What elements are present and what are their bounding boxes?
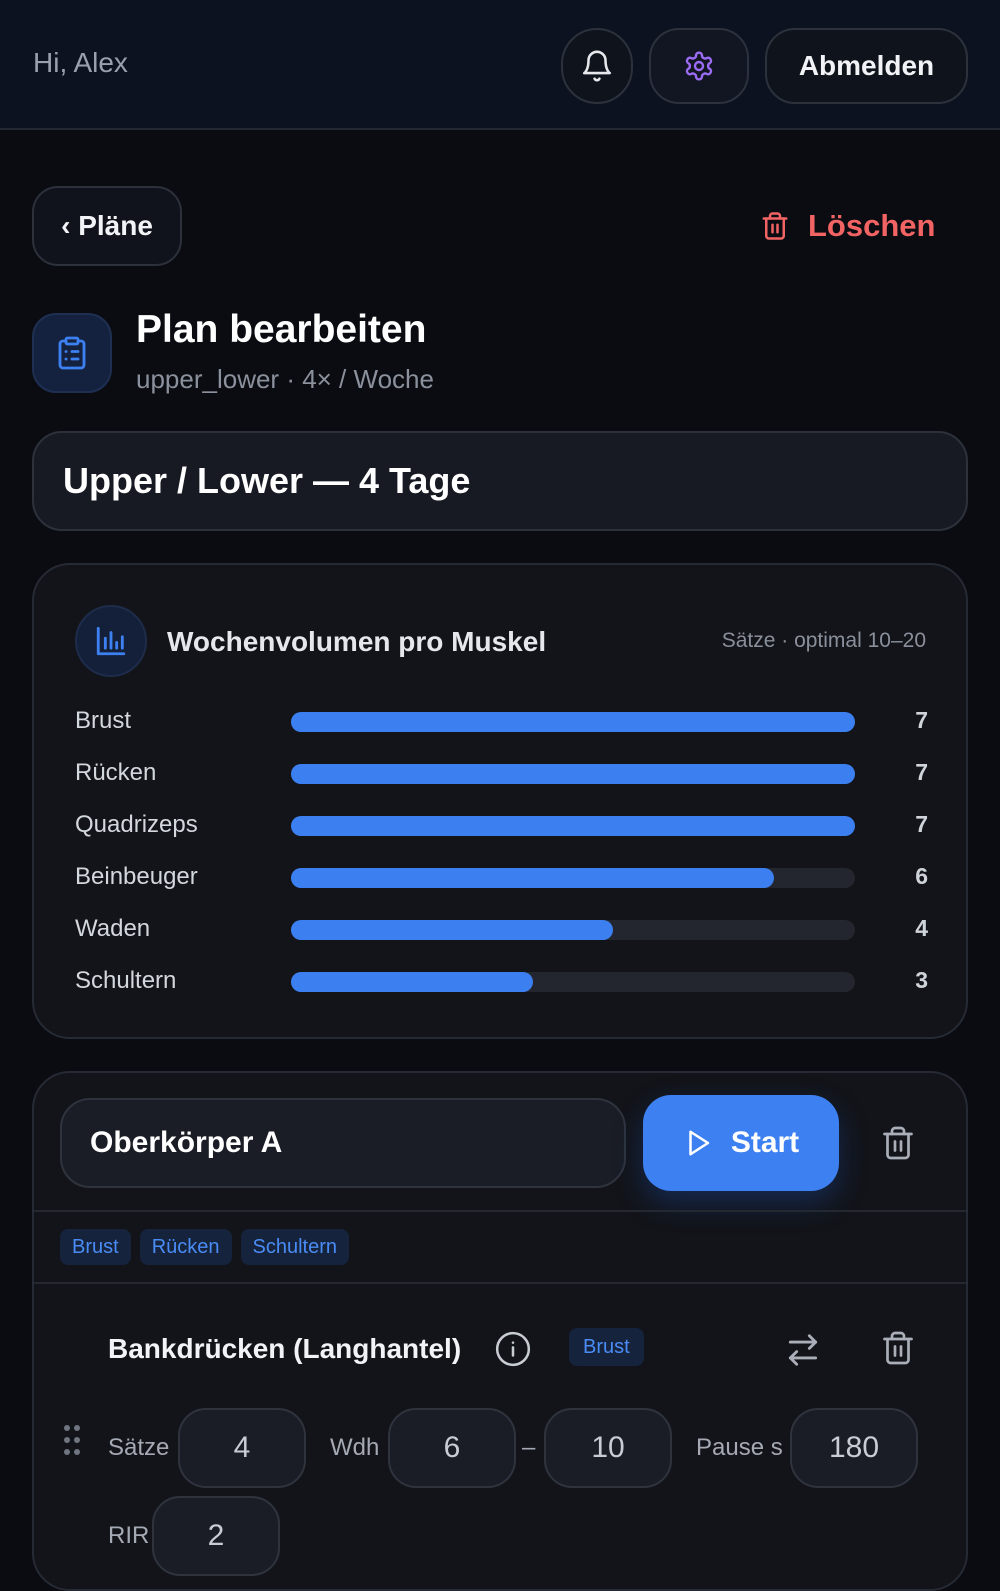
muscle-tags: Brust Rücken Schultern [60,1229,349,1265]
trash-icon [883,1331,913,1365]
reps-min-input[interactable]: 6 [388,1408,516,1488]
trash-icon [762,212,788,240]
volume-row: Brust 7 [75,702,928,742]
muscle-tag: Brust [60,1229,131,1265]
page-title: Plan bearbeiten [136,308,427,351]
set-count: 7 [915,811,928,837]
set-count: 7 [915,707,928,733]
sets-input[interactable]: 4 [178,1408,306,1488]
divider [34,1282,966,1284]
weekly-volume-card: Wochenvolumen pro Muskel Sätze · optimal… [32,563,968,1039]
page-subtitle: upper_lower · 4× / Woche [136,364,434,394]
delete-day-button[interactable] [876,1121,920,1165]
sets-label: Sätze [108,1434,170,1461]
divider [34,1210,966,1212]
clipboard-icon [32,313,112,393]
start-label: Start [730,1126,800,1159]
muscle-label: Beinbeuger [75,863,198,890]
muscle-label: Quadrizeps [75,811,198,838]
muscle-label: Brust [75,707,132,734]
rir-label: RIR [108,1522,150,1549]
top-bar: Hi, Alex Abmelden [0,0,1000,130]
swap-icon [788,1334,818,1366]
muscle-tag: Schultern [240,1229,349,1265]
volume-bar-track [291,712,855,732]
reps-separator: – [522,1434,536,1461]
muscle-label: Rücken [75,759,157,786]
muscle-label: Schultern [75,967,177,994]
logout-button[interactable]: Abmelden [765,28,968,104]
volume-bar-track [291,920,855,940]
bar-chart-icon [75,605,147,677]
volume-bar-fill [291,764,855,784]
plan-name-input[interactable]: Upper / Lower — 4 Tage [32,431,968,531]
play-icon [689,1130,710,1156]
set-count: 7 [915,759,928,785]
exercise-muscle-tag: Brust [569,1328,644,1366]
volume-bar-track [291,816,855,836]
gear-icon [685,51,713,81]
volume-row: Waden 4 [75,910,928,950]
settings-button[interactable] [649,28,749,104]
drag-handle[interactable] [62,1423,82,1462]
volume-hint: Sätze · optimal 10–20 [721,629,926,652]
rest-input[interactable]: 180 [790,1408,918,1488]
rest-label: Pause s [696,1434,783,1461]
start-workout-button[interactable]: Start [643,1095,839,1191]
volume-bar-track [291,868,855,888]
volume-bar-track [291,972,855,992]
delete-label: Löschen [808,208,936,243]
swap-exercise-button[interactable] [784,1331,822,1374]
exercise-info-button[interactable] [494,1330,532,1373]
volume-bar-fill [291,920,614,940]
back-to-plans-button[interactable]: ‹ Pläne [32,186,182,266]
info-icon [495,1331,531,1367]
volume-row: Beinbeuger 6 [75,858,928,898]
set-count: 3 [915,967,928,993]
rir-input[interactable]: 2 [152,1496,280,1576]
set-count: 6 [915,863,928,889]
volume-bar-track [291,764,855,784]
volume-row: Quadrizeps 7 [75,806,928,846]
notifications-button[interactable] [561,28,633,104]
set-count: 4 [915,915,928,941]
volume-title: Wochenvolumen pro Muskel [167,626,547,657]
exercise-name: Bankdrücken (Langhantel) [108,1333,462,1364]
greeting: Hi, Alex [33,47,128,78]
volume-bar-fill [291,816,855,836]
training-day-card: Oberkörper A Start Brust Rücken Schulter… [32,1071,968,1591]
trash-icon [883,1126,913,1160]
bell-icon [582,50,612,82]
volume-row: Schultern 3 [75,962,928,1002]
delete-exercise-button[interactable] [880,1328,916,1373]
volume-bar-fill [291,972,533,992]
reps-label: Wdh [330,1434,380,1461]
delete-plan-button[interactable]: Löschen [760,206,935,246]
reps-max-input[interactable]: 10 [544,1408,672,1488]
volume-bar-fill [291,868,775,888]
muscle-tag: Rücken [139,1229,232,1265]
day-name-input[interactable]: Oberkörper A [60,1098,626,1188]
volume-bar-fill [291,712,855,732]
grip-icon [64,1425,80,1455]
muscle-label: Waden [75,915,151,942]
volume-row: Rücken 7 [75,754,928,794]
